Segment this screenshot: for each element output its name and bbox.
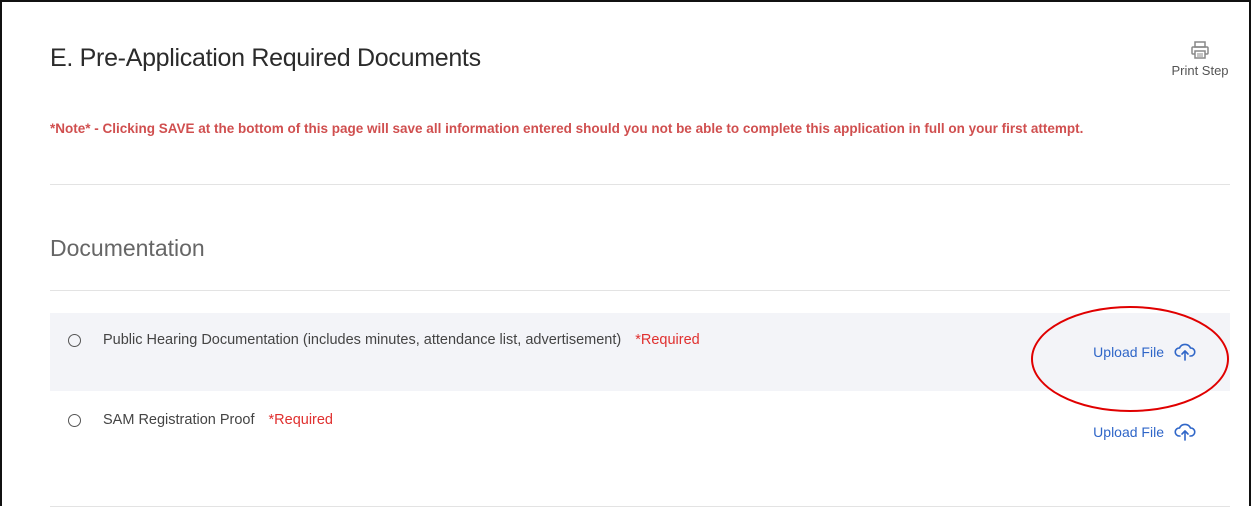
document-name: Public Hearing Documentation (includes m… xyxy=(103,332,622,348)
document-radio[interactable] xyxy=(68,334,81,347)
cloud-upload-icon xyxy=(1174,423,1196,441)
printer-icon xyxy=(1191,41,1209,59)
divider xyxy=(50,506,1230,507)
print-step-label: Print Step xyxy=(1171,63,1229,78)
document-row-sam-registration: SAM Registration Proof *Required Upload F… xyxy=(50,393,1230,471)
pre-application-card: E. Pre-Application Required Documents Pr… xyxy=(34,0,1232,508)
document-name: SAM Registration Proof xyxy=(103,412,255,428)
page-title: E. Pre-Application Required Documents xyxy=(50,44,481,72)
divider xyxy=(50,184,1230,185)
upload-file-button[interactable]: Upload File xyxy=(1093,343,1196,361)
document-label: Public Hearing Documentation (includes m… xyxy=(103,332,700,348)
section-title-documentation: Documentation xyxy=(50,235,205,261)
upload-file-label: Upload File xyxy=(1093,344,1164,360)
print-step-button[interactable]: Print Step xyxy=(1168,40,1232,78)
upload-file-label: Upload File xyxy=(1093,424,1164,440)
cloud-upload-icon xyxy=(1174,343,1196,361)
divider xyxy=(50,290,1230,291)
document-radio[interactable] xyxy=(68,414,81,427)
document-label: SAM Registration Proof *Required xyxy=(103,412,333,428)
save-note: *Note* - Clicking SAVE at the bottom of … xyxy=(50,121,1084,136)
required-badge: *Required xyxy=(268,412,334,428)
required-badge: *Required xyxy=(635,332,700,348)
upload-file-button[interactable]: Upload File xyxy=(1093,423,1196,441)
document-row-public-hearing: Public Hearing Documentation (includes m… xyxy=(50,313,1230,391)
